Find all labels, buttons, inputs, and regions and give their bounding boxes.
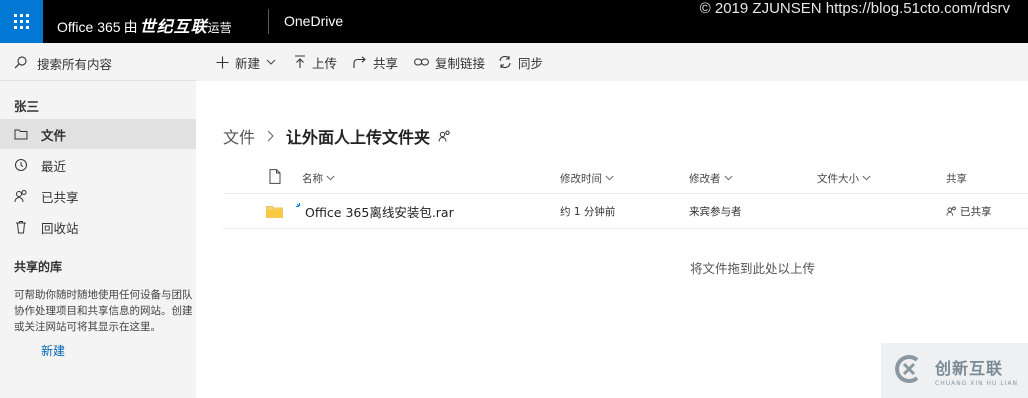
logo-name: 创新互联 <box>935 358 1004 378</box>
column-label: 文件大小 <box>817 172 859 185</box>
file-type-column-header[interactable] <box>269 163 281 193</box>
file-size-column-header[interactable]: 文件大小 <box>817 163 871 193</box>
people-icon <box>946 206 957 216</box>
sharing-column-header[interactable]: 共享 <box>946 163 967 193</box>
app-name[interactable]: OneDrive <box>284 13 343 29</box>
modified-by-cell: 来宾参与者 <box>689 205 742 218</box>
breadcrumb-current: 让外面人上传文件夹 <box>286 128 431 147</box>
file-name: Office 365离线安装包.rar <box>305 204 454 220</box>
breadcrumb-root[interactable]: 文件 <box>223 124 255 148</box>
shared-libraries-title: 共享的库 <box>14 260 63 274</box>
new-label: 新建 <box>235 55 261 71</box>
people-icon <box>14 189 28 203</box>
copy-link-button[interactable]: 复制链接 <box>414 43 485 81</box>
brand-suffix: 运营 <box>207 21 232 35</box>
column-label: 修改者 <box>689 172 721 185</box>
suite-brand[interactable]: Office 365 由世纪互联运营 <box>57 13 232 37</box>
sharing-cell[interactable]: 已共享 <box>946 194 992 228</box>
nav-item-files[interactable]: 文件 <box>0 119 196 149</box>
file-list-header: 名称 修改时间 修改者 文件大小 共享 <box>223 163 1028 194</box>
logo-pinyin: CHUANG XIN HU LIAN <box>935 379 1019 387</box>
search-icon <box>14 54 27 73</box>
brand-prefix: Office 365 <box>57 19 121 35</box>
brand-by: 由 <box>123 19 138 35</box>
brand-partner: 世纪互联 <box>139 17 208 36</box>
search-box[interactable]: 搜索所有内容 <box>14 53 184 73</box>
file-name-cell[interactable]: Office 365离线安装包.rar <box>295 194 454 228</box>
plus-icon <box>216 56 229 69</box>
suite-divider <box>268 9 269 34</box>
share-icon <box>353 55 367 69</box>
modified-column-header[interactable]: 修改时间 <box>560 163 614 193</box>
nav-item-label: 回收站 <box>41 220 79 236</box>
app-launcher-button[interactable] <box>0 0 43 43</box>
logo-mark-icon <box>893 354 927 388</box>
nav-item-shared[interactable]: 已共享 <box>0 181 196 211</box>
shared-libraries-description: 可帮助你随时随地使用任何设备与团队协作处理项目和共享信息的网站。创建或关注网站可… <box>14 289 193 333</box>
sync-icon <box>498 55 512 69</box>
sync-label: 同步 <box>518 55 544 71</box>
sharing-label: 已共享 <box>960 205 992 218</box>
column-label: 共享 <box>946 172 967 185</box>
share-label: 共享 <box>373 55 399 71</box>
create-site-link[interactable]: 新建 <box>41 342 65 359</box>
column-label: 修改时间 <box>560 172 602 185</box>
shared-folder-icon[interactable] <box>438 130 451 142</box>
company-logo: 创新互联 CHUANG XIN HU LIAN <box>881 343 1028 398</box>
column-label: 名称 <box>302 172 323 185</box>
left-nav: 搜索所有内容 张三 文件 最近 已共享 回收站 共享的库 可帮助你随时随地使用任… <box>0 43 196 398</box>
modified-by-column-header[interactable]: 修改者 <box>689 163 733 193</box>
nav-item-label: 最近 <box>41 158 67 174</box>
nav-divider <box>0 80 196 81</box>
chevron-right-icon <box>267 130 274 142</box>
copy-link-label: 复制链接 <box>435 55 486 71</box>
nav-item-label: 已共享 <box>41 189 79 205</box>
search-label: 搜索所有内容 <box>37 56 113 72</box>
chevron-down-icon <box>723 175 733 181</box>
upload-icon <box>294 55 306 69</box>
new-item-icon <box>295 202 304 211</box>
table-row[interactable]: Office 365离线安装包.rar 约 1 分钟前 来宾参与者 已共享 <box>223 194 1028 229</box>
nav-item-recent[interactable]: 最近 <box>0 150 196 180</box>
chevron-down-icon <box>605 175 614 181</box>
modified-cell: 约 1 分钟前 <box>560 205 616 218</box>
chevron-down-icon <box>266 59 276 65</box>
chevron-down-icon <box>326 175 335 181</box>
waffle-icon <box>14 14 29 29</box>
link-icon <box>414 57 429 67</box>
history-icon <box>14 158 28 172</box>
upload-button[interactable]: 上传 <box>294 43 337 81</box>
share-button[interactable]: 共享 <box>353 43 398 81</box>
user-name: 张三 <box>14 99 40 114</box>
command-bar: 新建 上传 共享 复制链接 同步 <box>196 43 1028 81</box>
folder-icon <box>14 127 28 141</box>
nav-item-label: 文件 <box>41 127 67 143</box>
copyright-watermark: © 2019 ZJUNSEN https://blog.51cto.com/rd… <box>699 0 1010 17</box>
nav-item-recycle-bin[interactable]: 回收站 <box>0 212 196 242</box>
new-button[interactable]: 新建 <box>216 43 276 81</box>
upload-label: 上传 <box>312 55 338 71</box>
chevron-down-icon <box>862 175 871 181</box>
recycle-bin-icon <box>14 220 28 234</box>
folder-file-icon <box>266 194 283 228</box>
document-icon <box>269 169 281 187</box>
drop-zone-hint: 将文件拖到此处以上传 <box>690 261 816 276</box>
name-column-header[interactable]: 名称 <box>302 163 335 193</box>
breadcrumb: 文件 让外面人上传文件夹 <box>223 124 451 148</box>
suite-bar: Office 365 由世纪互联运营 OneDrive © 2019 ZJUNSE… <box>0 0 1028 43</box>
sync-button[interactable]: 同步 <box>498 43 543 81</box>
